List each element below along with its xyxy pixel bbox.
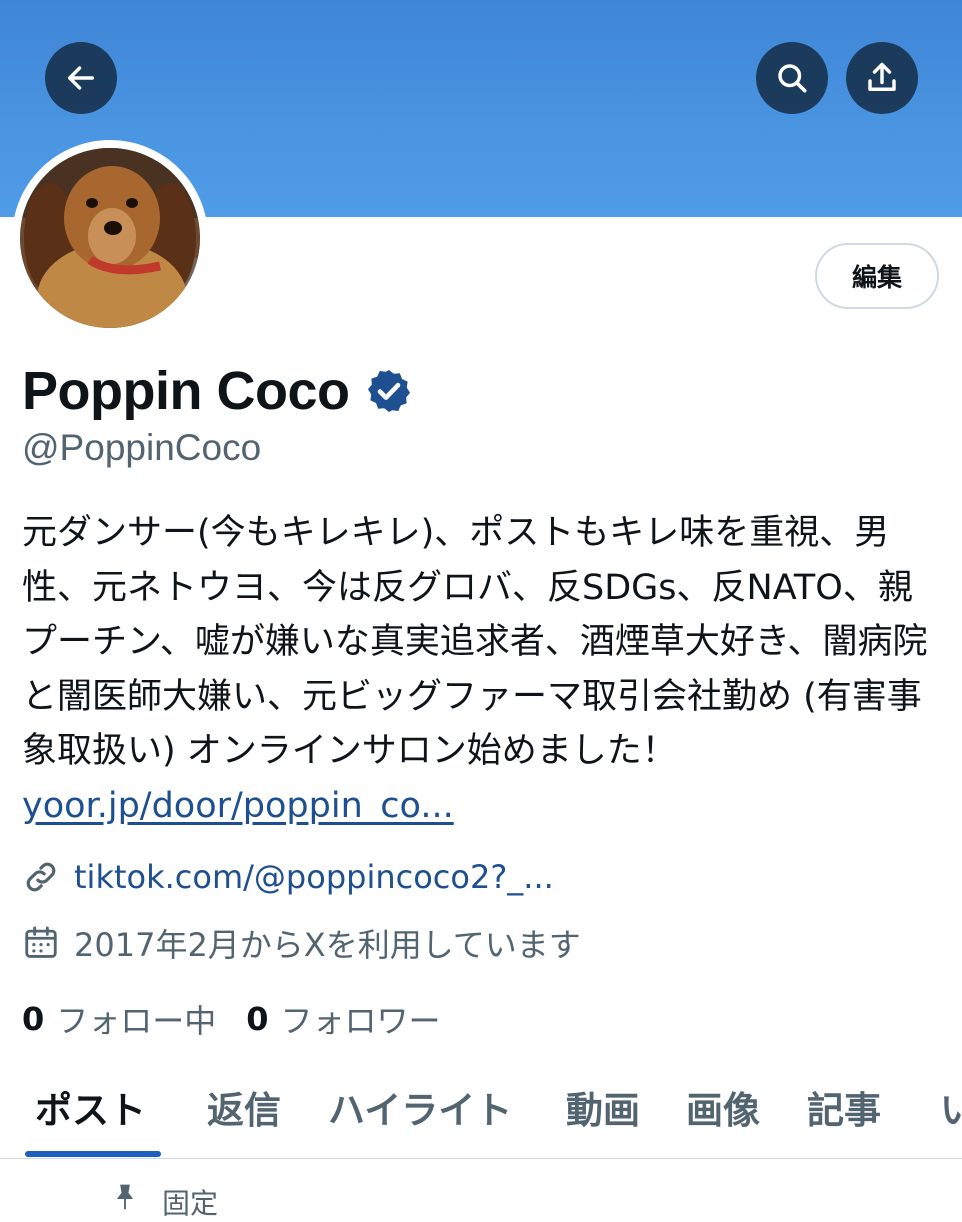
calendar-icon — [22, 924, 60, 962]
joined-row: 2017年2月からXを利用しています — [22, 920, 581, 966]
following-link[interactable]: 0 フォロー中 — [22, 996, 216, 1042]
tab-images[interactable]: 画像 — [686, 1080, 760, 1134]
active-tab-indicator — [25, 1151, 161, 1157]
joined-date: 2017年2月からXを利用しています — [74, 926, 581, 964]
pin-icon — [110, 1183, 148, 1221]
followers-count: 0 — [246, 1000, 269, 1038]
bio-link[interactable]: yoor.jp/door/poppin_co... — [22, 786, 454, 826]
pinned-label-row: 固定 — [110, 1182, 218, 1222]
profile-bio: 元ダンサー(今もキレキレ)、ポストもキレ味を重視、男性、元ネトウヨ、今は反グロバ… — [22, 506, 947, 833]
bio-text: 元ダンサー(今もキレキレ)、ポストもキレ味を重視、男性、元ネトウヨ、今は反グロバ… — [22, 513, 928, 771]
arrow-left-icon — [67, 66, 95, 90]
website-row: tiktok.com/@poppincoco2?_... — [22, 858, 554, 896]
search-icon — [778, 64, 807, 93]
avatar-photo — [20, 148, 200, 328]
tab-replies[interactable]: 返信 — [207, 1080, 281, 1134]
user-handle: @PoppinCoco — [22, 427, 262, 468]
website-link[interactable]: tiktok.com/@poppincoco2?_... — [74, 858, 554, 896]
pinned-label: 固定 — [162, 1187, 219, 1220]
tab-likes[interactable]: い — [940, 1080, 962, 1134]
following-count: 0 — [22, 1000, 45, 1038]
tab-articles[interactable]: 記事 — [807, 1080, 881, 1134]
share-button[interactable] — [846, 42, 918, 114]
display-name: Poppin Coco — [22, 361, 350, 421]
edit-profile-button[interactable]: 編集 — [815, 243, 939, 309]
following-label: フォロー中 — [56, 1002, 217, 1040]
back-button[interactable] — [45, 42, 117, 114]
follow-stats: 0 フォロー中 0 フォロワー — [22, 996, 441, 1042]
search-button[interactable] — [756, 42, 828, 114]
followers-link[interactable]: 0 フォロワー — [246, 996, 440, 1042]
tab-highlights[interactable]: ハイライト — [328, 1080, 512, 1134]
followers-label: フォロワー — [280, 1002, 441, 1040]
link-icon — [22, 858, 60, 896]
tab-posts[interactable]: ポスト — [35, 1080, 146, 1134]
profile-tabs: ポスト 返信 ハイライト 動画 画像 記事 い — [0, 1068, 962, 1159]
tab-videos[interactable]: 動画 — [566, 1080, 640, 1134]
name-row: Poppin Coco — [22, 356, 413, 426]
verified-badge-icon[interactable] — [365, 367, 413, 415]
avatar[interactable] — [12, 140, 208, 336]
share-icon — [868, 62, 896, 91]
